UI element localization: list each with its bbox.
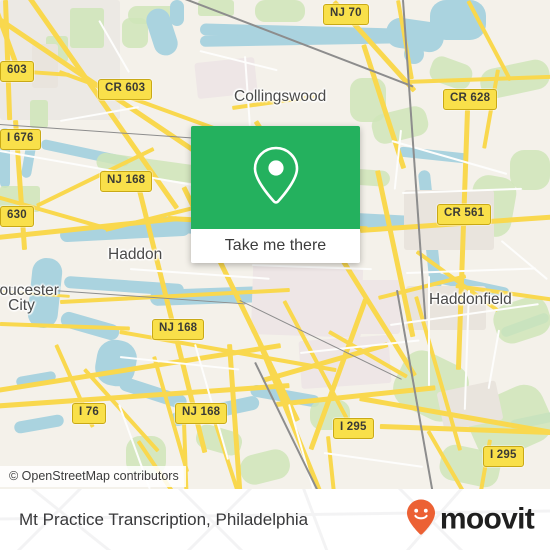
landuse-park — [510, 150, 550, 190]
road-shield[interactable]: NJ 70 — [323, 4, 369, 25]
map-canvas[interactable]: NJ 70 603 CR 603 CR 628 I 676 NJ 168 CR … — [0, 0, 550, 489]
take-me-there-button[interactable]: Take me there — [191, 229, 360, 263]
place-label: Collingswood — [234, 88, 327, 105]
road-shield[interactable]: 630 — [0, 206, 34, 227]
landuse-park — [70, 8, 104, 48]
road-shield[interactable]: NJ 168 — [100, 171, 153, 192]
take-me-there-label: Take me there — [224, 237, 327, 254]
road-shield[interactable]: CR 628 — [443, 89, 498, 110]
road-shield[interactable]: CR 561 — [437, 204, 492, 225]
landuse-park — [255, 0, 305, 22]
place-label: GloucesterCity — [0, 282, 59, 314]
road-shield[interactable]: CR 603 — [98, 79, 153, 100]
road-shield[interactable]: I 295 — [333, 418, 374, 439]
road-shield[interactable]: I 76 — [72, 403, 106, 424]
location-pin-icon — [250, 143, 302, 212]
moovit-logo[interactable]: moovit — [406, 498, 535, 541]
road-shield[interactable]: NJ 168 — [152, 319, 205, 340]
road-shield[interactable]: I 295 — [483, 446, 524, 467]
take-me-there-card[interactable]: Take me there — [191, 126, 360, 263]
moovit-smiley-pin-icon — [406, 498, 436, 541]
water-body — [170, 0, 184, 26]
place-label: Haddon — [108, 246, 163, 263]
landuse-park — [30, 100, 48, 128]
landuse-park — [198, 0, 234, 16]
moovit-map-screenshot: NJ 70 603 CR 603 CR 628 I 676 NJ 168 CR … — [0, 0, 550, 550]
map-attribution[interactable]: © OpenStreetMap contributors — [0, 466, 186, 487]
road-shield[interactable]: NJ 168 — [175, 403, 228, 424]
moovit-wordmark: moovit — [439, 502, 535, 536]
card-pin-area — [191, 126, 360, 229]
location-title: Mt Practice Transcription, Philadelphia — [19, 509, 309, 529]
place-label: Haddonfield — [429, 291, 512, 308]
road-shield[interactable]: 603 — [0, 61, 34, 82]
footer-bar: Mt Practice Transcription, Philadelphia … — [0, 489, 550, 550]
road-shield[interactable]: I 676 — [0, 129, 41, 150]
